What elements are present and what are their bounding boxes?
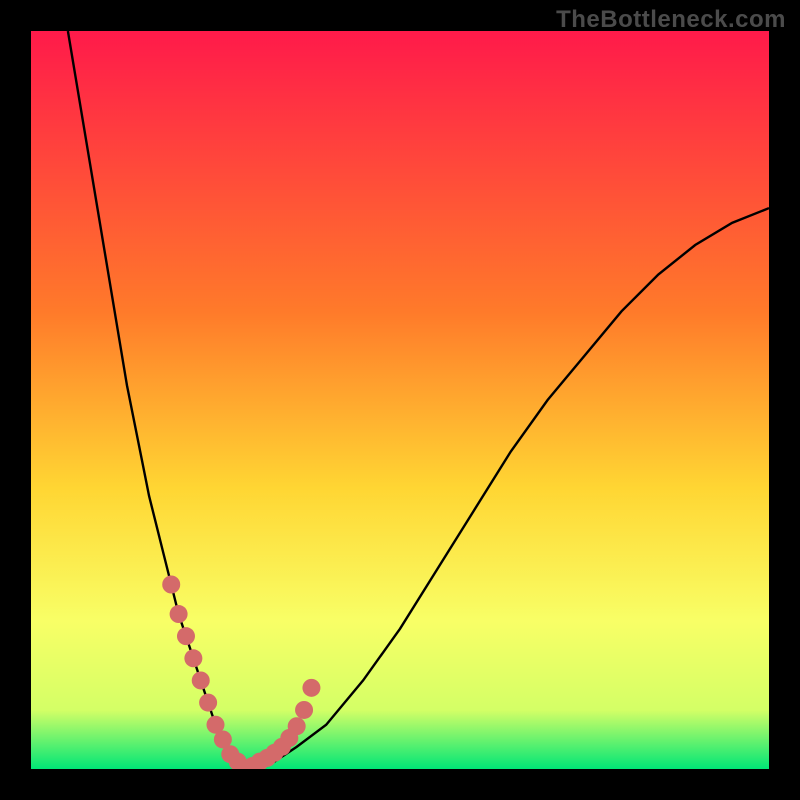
gradient-background: [31, 31, 769, 769]
marker-dot: [288, 717, 306, 735]
marker-dot: [302, 679, 320, 697]
marker-dot: [177, 627, 195, 645]
chart-frame: TheBottleneck.com: [0, 0, 800, 800]
plot-area: [31, 31, 769, 769]
marker-dot: [192, 671, 210, 689]
plot-svg: [31, 31, 769, 769]
marker-dot: [170, 605, 188, 623]
marker-dot: [199, 694, 217, 712]
marker-dot: [162, 576, 180, 594]
marker-dot: [295, 701, 313, 719]
watermark-text: TheBottleneck.com: [556, 6, 786, 34]
marker-dot: [184, 649, 202, 667]
